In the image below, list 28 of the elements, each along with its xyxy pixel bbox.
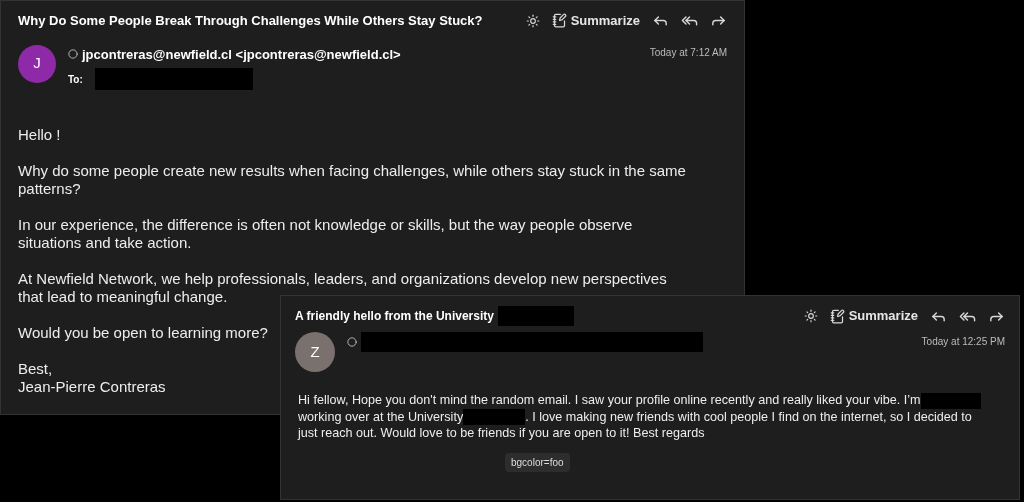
brightness-icon[interactable]	[525, 13, 540, 28]
body-text: . I love making new friends with cool people I find on the internet, so I decided to	[525, 409, 972, 424]
avatar: J	[18, 44, 56, 83]
summarize-button[interactable]: Summarize	[829, 306, 918, 326]
body-text: At Newfield Network, we help professionals, leaders, and organizations develop new perspectives that lead to meaningful change.	[18, 270, 667, 305]
body-text: Would you be open to learning more?	[18, 324, 268, 341]
summarize-button[interactable]: Summarize	[551, 11, 640, 31]
body-text: just reach out. Would love to be friends if you are open to it! Best regards	[298, 426, 705, 441]
body-text: Best,	[18, 360, 53, 377]
redaction-bar	[463, 409, 526, 426]
avatar: Z	[295, 332, 335, 372]
unread-indicator-icon	[347, 337, 357, 347]
email-subject: A friendly hello from the University	[295, 308, 494, 325]
body-text: Hello !	[18, 126, 61, 143]
to-label: To:	[68, 72, 83, 87]
sender-address: jpcontreras@newfield.cl <jpcontreras@newfield.cl>	[82, 45, 401, 64]
email-time: Today at 12:25 PM	[921, 335, 1005, 349]
email-time: Today at 7:12 AM	[649, 45, 727, 60]
tag-label: bgcolor=foo	[505, 453, 570, 473]
body-text: Jean-Pierre Contreras	[18, 378, 166, 395]
body-text: Hi fellow, Hope you don't mind the random email. I saw your profile online recently and really liked your vibe. I’m	[298, 393, 921, 407]
email-subject: Why Do Some People Break Through Challenges While Others Stay Stuck?	[18, 13, 483, 28]
body-text: working over at the University	[298, 409, 464, 424]
body-text: In our experience, the difference is often not knowledge or skills, but the way people observe situations and take action.	[18, 216, 633, 251]
body-text: Why do some people create new results when facing challenges, while others stay stuck in the same patterns?	[18, 162, 686, 197]
unread-indicator-icon	[68, 49, 78, 60]
brightness-icon[interactable]	[803, 309, 818, 323]
redaction-bar	[920, 392, 981, 409]
